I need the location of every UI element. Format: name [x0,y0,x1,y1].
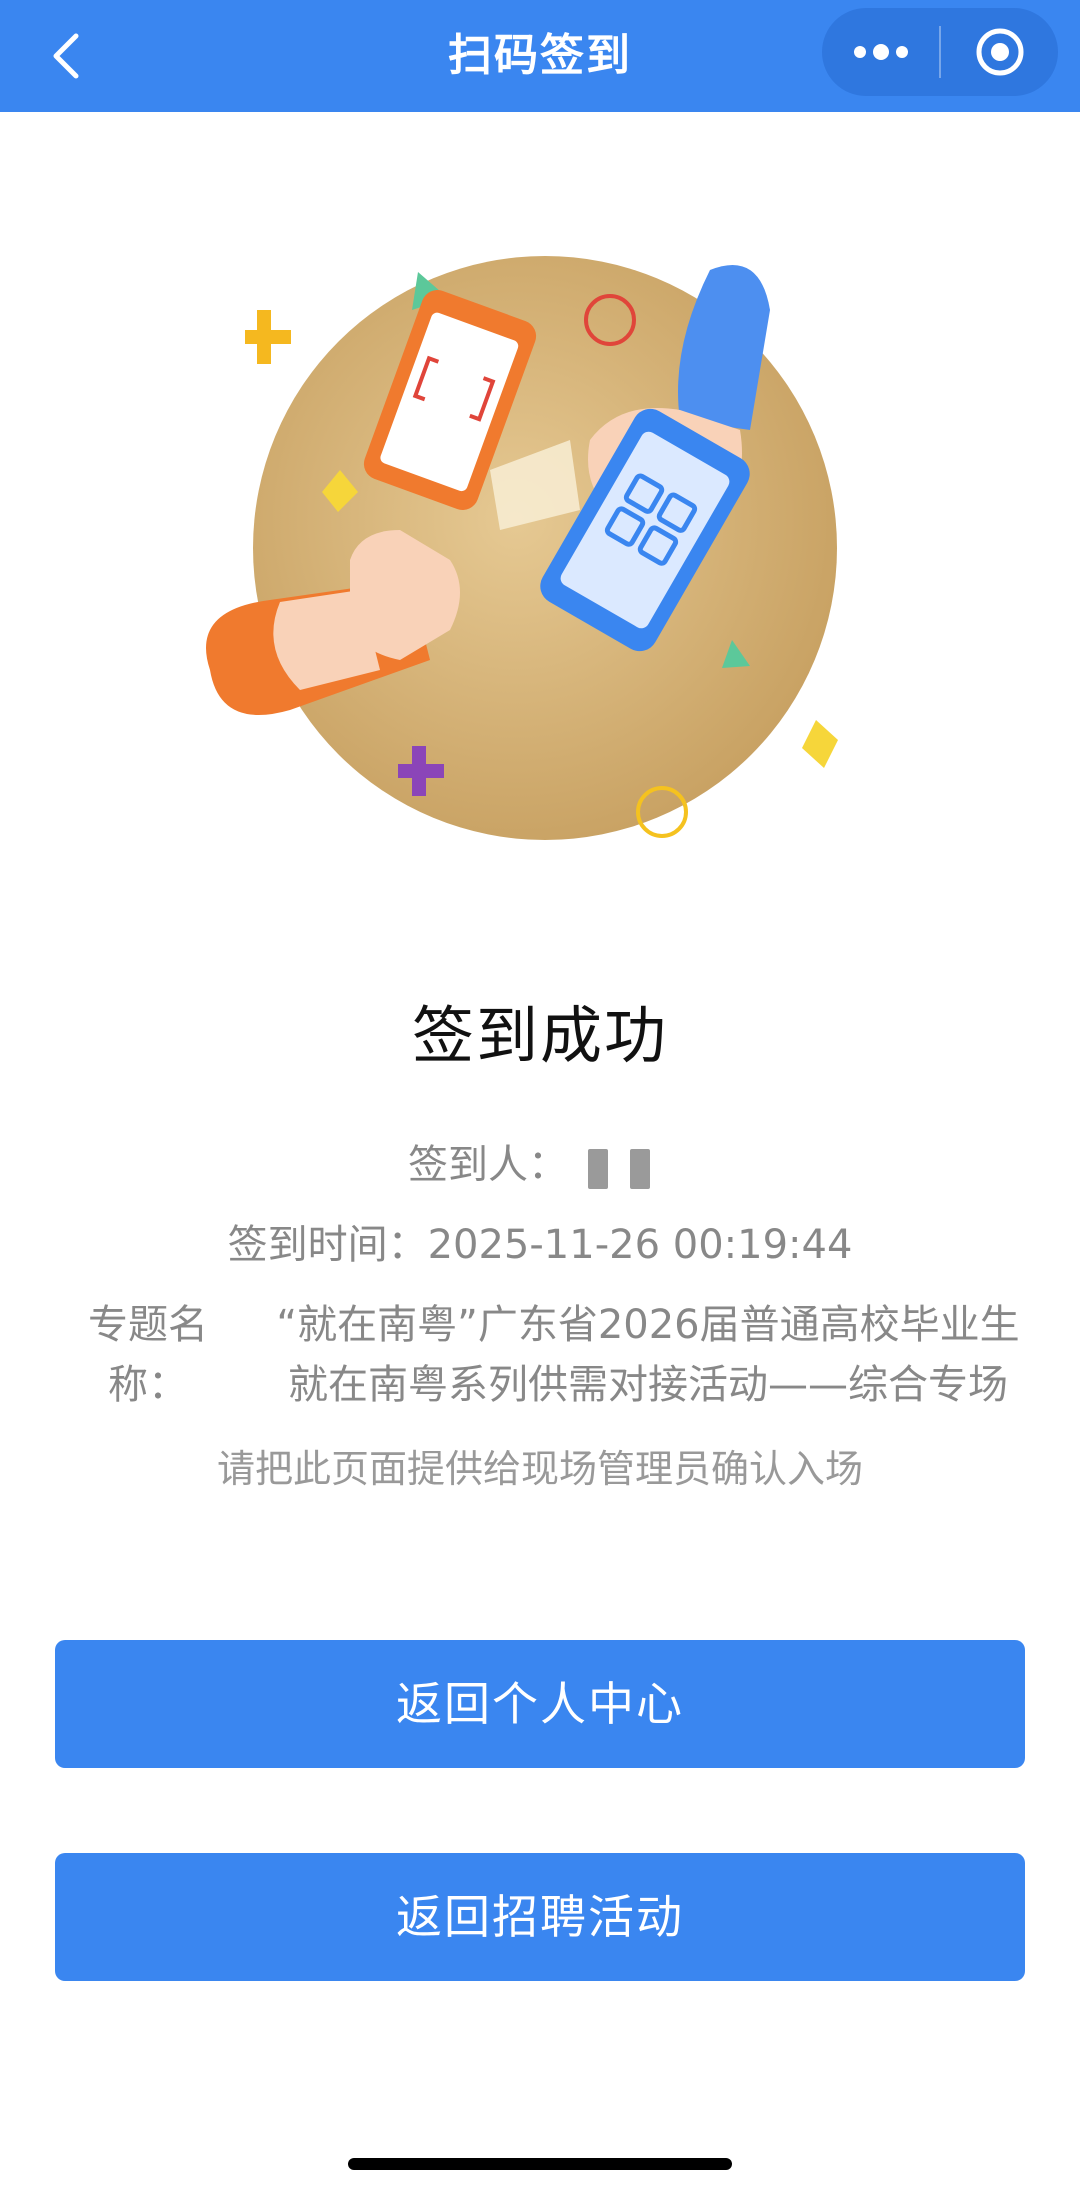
sign-time-row: 签到时间：2025-11-26 00:19:44 [0,1212,1080,1270]
signer-row: 签到人： [0,1132,1080,1190]
back-to-recruit-activity-button[interactable]: 返回招聘活动 [55,1853,1025,1981]
capsule-menu [822,8,1058,96]
scan-illustration [206,256,838,840]
masked-signer-name [588,1144,672,1190]
topic-label: 专题名称： [88,1302,208,1408]
success-title: 签到成功 [411,999,668,1072]
close-miniprogram-button[interactable] [941,8,1058,96]
target-circle-icon [976,28,1023,76]
back-to-personal-center-button[interactable]: 返回个人中心 [55,1640,1025,1768]
nav-bar: 扫码签到 [0,0,1080,112]
hint-text: 请把此页面提供给现场管理员确认入场 [216,1447,863,1491]
more-dots-icon [853,44,908,60]
home-indicator[interactable] [348,2158,732,2170]
topic-row: 专题名称： “就在南粤”广东省2026届普通高校毕业生就在南粤系列供需对接活动—… [78,1295,1038,1415]
topic-value: “就在南粤”广东省2026届普通高校毕业生就在南粤系列供需对接活动——综合专场 [276,1302,1020,1408]
more-button[interactable] [822,8,939,96]
signer-label: 签到人： [408,1142,568,1188]
sign-time-value: 2025-11-26 00:19:44 [427,1222,853,1268]
sign-time-label: 签到时间： [227,1222,428,1268]
